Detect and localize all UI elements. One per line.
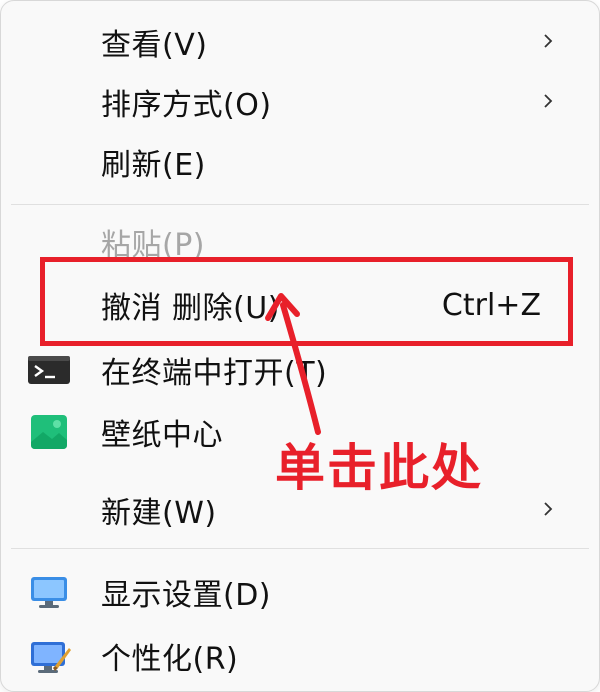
- menu-item-label: 刷新(E): [101, 148, 206, 183]
- menu-item-personalize[interactable]: 个性化(R): [1, 627, 599, 685]
- terminal-icon: [28, 356, 70, 384]
- chevron-right-icon: [544, 502, 553, 516]
- menu-item-label: 壁纸中心: [101, 418, 223, 453]
- menu-item-display-settings[interactable]: 显示设置(D): [1, 563, 599, 621]
- menu-item-sort-by[interactable]: 排序方式(O): [1, 73, 599, 131]
- highlight-box: [40, 257, 573, 346]
- desktop-context-menu: 查看(V) 排序方式(O) 刷新(E) 粘贴(P) 撤消 删除(U) Ctrl+…: [0, 0, 600, 692]
- wallpaper-icon: [31, 415, 67, 449]
- menu-item-label: 个性化(R): [101, 642, 239, 677]
- menu-item-open-in-terminal[interactable]: 在终端中打开(T): [1, 341, 599, 399]
- personalize-icon: [31, 642, 71, 673]
- menu-item-refresh[interactable]: 刷新(E): [1, 133, 599, 191]
- menu-item-label: 新建(W): [101, 496, 217, 531]
- chevron-right-icon: [544, 94, 553, 108]
- menu-item-view[interactable]: 查看(V): [1, 13, 599, 71]
- menu-item-label: 在终端中打开(T): [101, 356, 328, 391]
- menu-separator: [11, 548, 589, 549]
- menu-item-label: 显示设置(D): [101, 578, 272, 613]
- chevron-right-icon: [544, 34, 553, 48]
- annotation-label: 单击此处: [275, 439, 483, 497]
- display-settings-icon: [31, 577, 67, 608]
- menu-separator: [11, 204, 589, 205]
- menu-item-label: 排序方式(O): [101, 88, 272, 123]
- menu-item-label: 查看(V): [101, 28, 208, 63]
